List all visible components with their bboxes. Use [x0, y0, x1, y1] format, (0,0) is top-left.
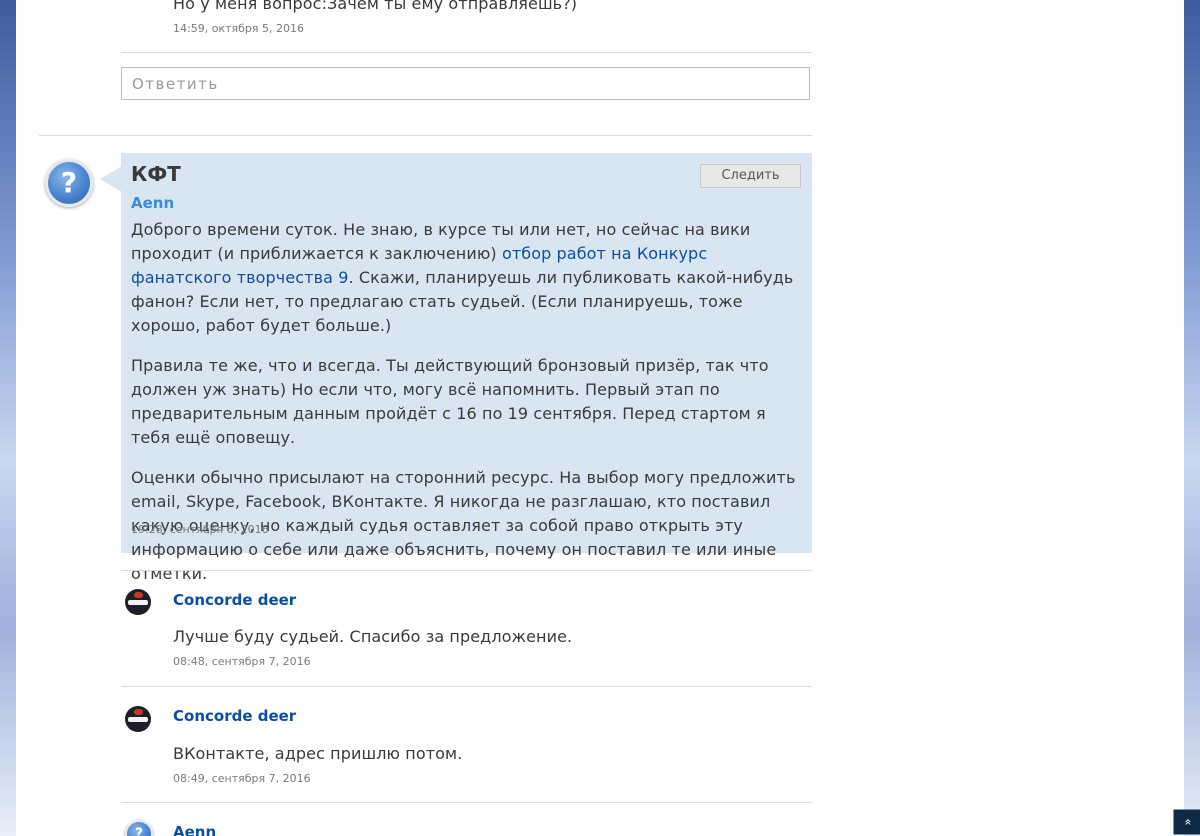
thread-author-link[interactable]: Aenn	[131, 194, 174, 212]
avatar[interactable]	[125, 706, 151, 732]
reply-author-link[interactable]: Aenn	[173, 823, 216, 836]
reply-timestamp: 08:48, сентября 7, 2016	[173, 655, 311, 668]
thread-title: КФТ	[131, 162, 181, 186]
comment-text: Но у меня вопрос:Зачем ты ему отправляеш…	[173, 0, 578, 13]
question-mark-icon: ?	[45, 159, 93, 207]
background-right	[1184, 0, 1200, 836]
reply-author-link[interactable]: Concorde deer	[173, 707, 296, 725]
reply-input[interactable]: Ответить	[121, 67, 810, 100]
thread-paragraph: Правила те же, что и всегда. Ты действую…	[131, 356, 769, 447]
avatar[interactable]	[125, 589, 151, 615]
reply-timestamp: 08:49, сентября 7, 2016	[173, 772, 311, 785]
chevron-double-up-icon[interactable]: »	[1173, 809, 1200, 835]
divider	[121, 570, 812, 571]
question-mark-icon[interactable]: ?	[125, 820, 153, 836]
talk-page: Но у меня вопрос:Зачем ты ему отправляеш…	[16, 0, 1184, 836]
background-left	[0, 0, 16, 836]
comment-timestamp: 14:59, октября 5, 2016	[173, 22, 304, 35]
divider	[121, 686, 812, 687]
reply-text: ВКонтакте, адрес пришлю потом.	[173, 744, 463, 763]
thread-divider	[39, 135, 812, 136]
reply-author-link[interactable]: Concorde deer	[173, 591, 296, 609]
bubble-tail	[100, 166, 122, 192]
thread-paragraph: Доброго времени суток. Не знаю, в курсе …	[131, 218, 801, 338]
reply-text: Лучше буду судьей. Спасибо за предложени…	[173, 627, 573, 646]
follow-button[interactable]: Следить	[700, 164, 801, 188]
divider	[121, 802, 812, 803]
divider	[121, 52, 812, 53]
thread-timestamp: 19:28, сентября 6, 2016	[131, 523, 269, 536]
